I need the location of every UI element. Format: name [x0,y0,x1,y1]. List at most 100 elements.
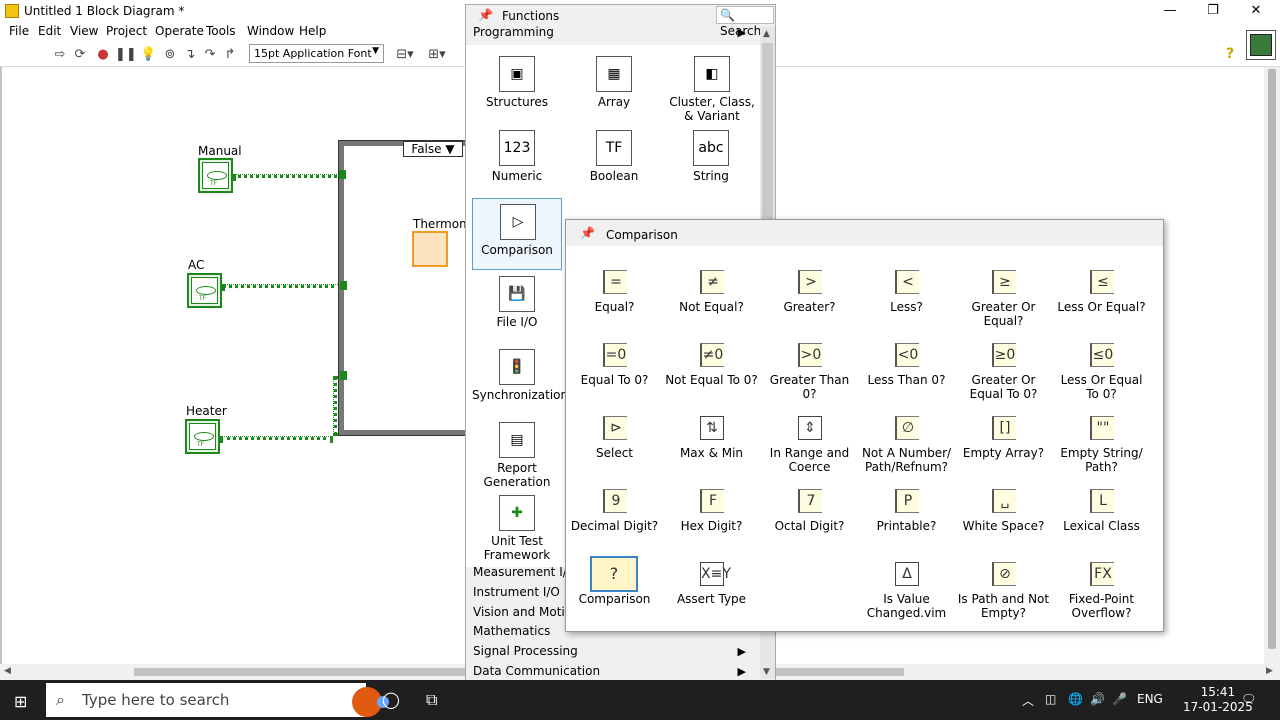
retain-wire-values-icon[interactable]: ⊚ [162,47,178,63]
network-icon[interactable]: 🌐 [1068,692,1083,706]
manual-wire[interactable] [233,174,343,178]
distribute-objects-icon[interactable]: ⊞▾ [426,47,448,63]
thermometer-terminal[interactable] [412,231,448,267]
microphone-icon[interactable]: 🎤 [1112,692,1127,706]
palette-item-boolean[interactable]: TF Boolean [569,125,659,197]
category-data-communication[interactable]: Data Communication ▶ [466,662,760,682]
comparison-item-is-path-and-not-empty[interactable]: ⊘ Is Path and Not Empty? [955,556,1052,628]
category-programming[interactable]: Programming ▶ [466,23,760,43]
palette-item-synchronization[interactable]: 🚦 Synchronization [472,344,568,416]
search-button[interactable]: 🔍 Search [716,6,774,38]
cortana-icon[interactable]: ◯ [382,690,400,709]
case-structure[interactable] [338,140,480,436]
palette-item-array[interactable]: ▦ Array [569,51,659,123]
comparison-item-printable[interactable]: P Printable? [858,483,955,555]
vi-icon[interactable] [1246,30,1276,60]
comparison-item-empty-string-path[interactable]: "" Empty String/ Path? [1053,410,1150,482]
heater-wire-vertical[interactable] [333,376,337,436]
category-signal-processing[interactable]: Signal Processing ▶ [466,642,760,662]
palette-item-comparison[interactable]: ▷ Comparison [472,198,562,270]
comparison-item-less-than-0[interactable]: <0 Less Than 0? [858,337,955,409]
comparison-item-max-min[interactable]: ⇅ Max & Min [663,410,760,482]
comparison-item-not-equal-to-0[interactable]: ≠0 Not Equal To 0? [663,337,760,409]
case-tunnel[interactable] [340,281,347,290]
comparison-item-comparison[interactable]: ? Comparison [566,556,663,628]
scroll-down-icon[interactable]: ▼ [763,667,770,677]
palette-item-numeric[interactable]: 123 Numeric [472,125,562,197]
comparison-item-greater-or-equal[interactable]: ≥ Greater Or Equal? [955,264,1052,336]
palette-item-structures[interactable]: ▣ Structures [472,51,562,123]
palette-item-file-io[interactable]: 💾 File I/O [472,271,562,343]
comparison-item-decimal-digit[interactable]: 9 Decimal Digit? [566,483,663,555]
palette-item-string[interactable]: abc String [666,125,756,197]
comparison-item-equal[interactable]: = Equal? [566,264,663,336]
comparison-item-not-equal[interactable]: ≠ Not Equal? [663,264,760,336]
menu-edit[interactable]: Edit [38,24,61,38]
abort-icon[interactable]: ● [95,47,111,63]
menu-view[interactable]: View [70,24,98,38]
highlight-execution-icon[interactable]: 💡 [140,47,156,63]
case-tunnel[interactable] [339,170,346,179]
notifications-icon[interactable]: 🗨 [1241,692,1256,706]
menu-operate[interactable]: Operate [155,24,204,38]
heater-wire[interactable] [220,436,333,440]
palette-item-report-generation[interactable]: ▤ Report Generation [472,417,562,489]
minimize-button[interactable]: — [1155,2,1185,20]
step-out-icon[interactable]: ↱ [222,47,238,63]
menu-file[interactable]: File [9,24,29,38]
heater-boolean-terminal[interactable]: TF [185,419,220,454]
comparison-item-white-space[interactable]: ␣ White Space? [955,483,1052,555]
show-hidden-icons-icon[interactable]: ︿ [1022,692,1034,709]
ac-wire[interactable] [222,284,342,288]
comparison-item-octal-digit[interactable]: 7 Octal Digit? [761,483,858,555]
comparison-item-select[interactable]: ⊳ Select [566,410,663,482]
palette-item-unit-test-framework[interactable]: ✚ Unit Test Framework [472,490,562,562]
comparison-item-less-or-equal-to-0[interactable]: ≤0 Less Or Equal To 0? [1053,337,1150,409]
run-arrow-icon[interactable]: ⇨ [52,47,68,63]
comparison-item-not-a-number-path-refnum[interactable]: ∅ Not A Number/ Path/Refnum? [858,410,955,482]
task-view-icon[interactable]: ⧉ [426,690,437,710]
run-continuously-icon[interactable]: ⟳ [72,47,88,63]
comparison-item-fixed-point-overflow[interactable]: FX Fixed-Point Overflow? [1053,556,1150,628]
comparison-item-equal-to-0[interactable]: =0 Equal To 0? [566,337,663,409]
comparison-item-greater-or-equal-to-0[interactable]: ≥0 Greater Or Equal To 0? [955,337,1052,409]
comparison-item-empty-array[interactable]: [] Empty Array? [955,410,1052,482]
case-selector[interactable]: False ▼ [403,141,463,157]
comparison-item-in-range-and-coerce[interactable]: ⇕ In Range and Coerce [761,410,858,482]
pin-icon[interactable]: 📌 [580,226,595,240]
menu-help[interactable]: Help [299,24,326,38]
comparison-item-assert-type[interactable]: X≡Y Assert Type [663,556,760,628]
language-indicator[interactable]: ENG [1137,692,1163,706]
comparison-item-hex-digit[interactable]: F Hex Digit? [663,483,760,555]
scroll-left-icon[interactable]: ◀ [4,666,11,676]
taskbar-search-box[interactable]: ⌕ Type here to search [46,683,389,717]
meet-now-icon[interactable]: ◫ [1045,692,1056,706]
scroll-up-icon[interactable]: ▲ [763,29,770,39]
comparison-item-less-or-equal[interactable]: ≤ Less Or Equal? [1053,264,1150,336]
vertical-scrollbar[interactable] [1264,67,1280,664]
comparison-item-is-value-changed-vim[interactable]: Δ Is Value Changed.vim [858,556,955,628]
comparison-item-greater-than-0[interactable]: >0 Greater Than 0? [761,337,858,409]
step-into-icon[interactable]: ↴ [182,47,198,63]
menu-tools[interactable]: Tools [206,24,236,38]
windows-start-icon[interactable]: ⊞ [14,692,27,711]
menu-project[interactable]: Project [106,24,147,38]
ac-boolean-terminal[interactable]: TF [187,273,222,308]
palette-item-cluster[interactable]: ◧ Cluster, Class, & Variant [664,51,760,123]
volume-icon[interactable]: 🔊 [1090,692,1105,706]
align-objects-icon[interactable]: ⊟▾ [394,47,416,63]
comparison-item-greater[interactable]: > Greater? [761,264,858,336]
pause-icon[interactable]: ❚❚ [115,47,137,63]
pin-icon[interactable]: 📌 [478,8,493,22]
close-button[interactable]: ✕ [1241,2,1271,20]
comparison-item-less[interactable]: < Less? [858,264,955,336]
step-over-icon[interactable]: ↷ [202,47,218,63]
menu-window[interactable]: Window [247,24,294,38]
font-select[interactable]: 15pt Application Font ▼ [249,44,384,63]
comparison-item-lexical-class[interactable]: L Lexical Class [1053,483,1150,555]
case-tunnel[interactable] [340,371,347,380]
manual-boolean-terminal[interactable]: TF [198,158,233,193]
context-help-icon[interactable]: ? [1226,46,1234,62]
scroll-right-icon[interactable]: ▶ [1266,666,1273,676]
restore-button[interactable]: ❐ [1198,2,1228,20]
